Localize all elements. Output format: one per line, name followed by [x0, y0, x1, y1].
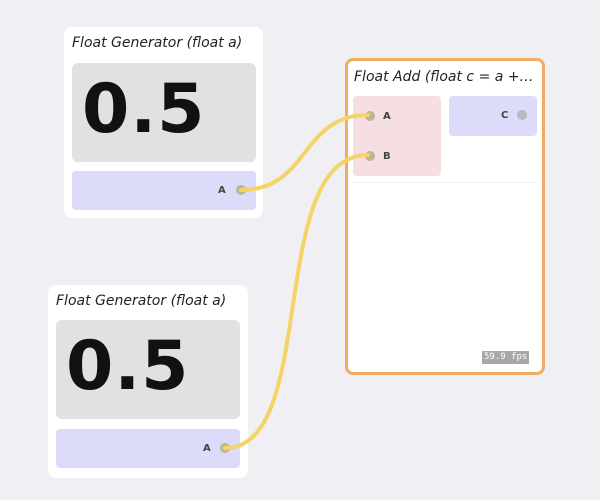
output-ports-panel: C	[449, 96, 537, 136]
float-add-node[interactable]: Float Add (float c = a +… A B C 59.9 fps	[345, 58, 545, 375]
output-port-c-dot[interactable]	[517, 110, 527, 120]
output-port-label: A	[218, 185, 226, 196]
fps-counter: 59.9 fps	[482, 351, 530, 364]
value-text: 0.5	[82, 70, 206, 149]
float-generator-node-bottom[interactable]: Float Generator (float a) 0.5 A	[48, 285, 248, 478]
node-title: Float Generator (float a)	[72, 35, 243, 51]
float-generator-node-top[interactable]: Float Generator (float a) 0.5 A	[64, 27, 263, 218]
output-port-row: A	[72, 171, 256, 210]
output-port-a-dot[interactable]	[220, 443, 230, 453]
output-port-row: A	[56, 429, 240, 468]
input-port-a-label: A	[383, 111, 391, 122]
output-port-a-dot[interactable]	[236, 185, 246, 195]
input-port-b-label: B	[383, 151, 391, 162]
value-display[interactable]: 0.5	[72, 63, 256, 162]
input-ports-panel: A B	[353, 96, 441, 176]
input-port-a-dot[interactable]	[365, 111, 375, 121]
node-title: Float Add (float c = a +…	[354, 69, 534, 85]
ports-divider	[353, 182, 537, 183]
value-display[interactable]: 0.5	[56, 320, 240, 419]
input-port-b-dot[interactable]	[365, 151, 375, 161]
value-text: 0.5	[66, 327, 190, 406]
output-port-c-label: C	[501, 110, 509, 121]
node-title: Float Generator (float a)	[56, 293, 227, 309]
output-port-label: A	[203, 443, 211, 454]
